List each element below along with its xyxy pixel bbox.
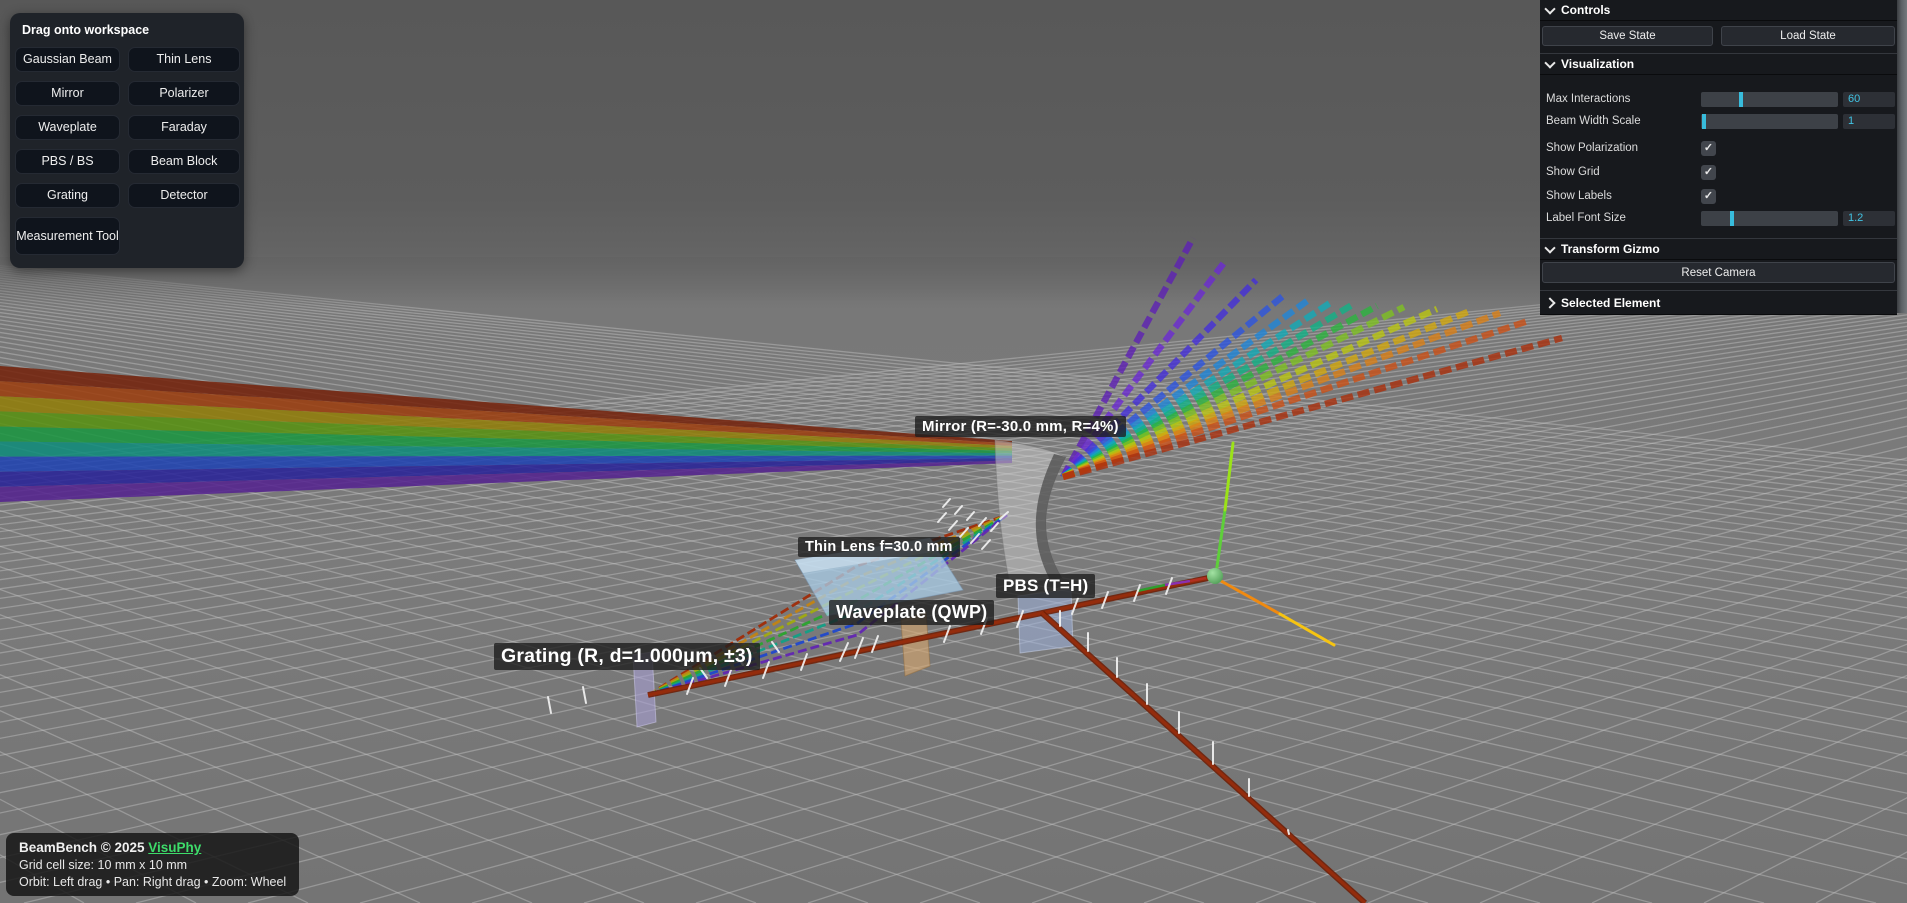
scene-label-waveplate: Waveplate (QWP) bbox=[829, 600, 994, 625]
beam-source-sphere[interactable] bbox=[1207, 568, 1223, 584]
palette-button-beam-block[interactable]: Beam Block bbox=[128, 149, 240, 174]
brand-text: BeamBench © 2025 bbox=[19, 840, 145, 855]
section-title: Transform Gizmo bbox=[1561, 242, 1660, 256]
section-title: Selected Element bbox=[1561, 296, 1660, 310]
checkmark-icon: ✓ bbox=[1704, 143, 1713, 154]
section-header-transform-gizmo[interactable]: Transform Gizmo bbox=[1540, 238, 1897, 260]
beam-source-gizmo bbox=[1207, 443, 1334, 645]
show-polarization-label: Show Polarization bbox=[1546, 141, 1638, 156]
checkmark-icon: ✓ bbox=[1704, 191, 1713, 202]
info-box: BeamBench © 2025 VisuPhy Grid cell size:… bbox=[6, 833, 299, 896]
save-state-button[interactable]: Save State bbox=[1542, 26, 1713, 46]
beam-width-scale-slider[interactable] bbox=[1701, 114, 1838, 129]
section-title: Controls bbox=[1561, 3, 1610, 17]
palette-button-measurement-tool[interactable]: Measurement Tool bbox=[15, 217, 120, 255]
chevron-down-icon bbox=[1544, 57, 1555, 68]
show-labels-checkbox[interactable]: ✓ bbox=[1701, 189, 1716, 204]
palette-button-grating[interactable]: Grating bbox=[15, 183, 120, 208]
show-grid-checkbox[interactable]: ✓ bbox=[1701, 165, 1716, 180]
reset-camera-button[interactable]: Reset Camera bbox=[1542, 262, 1895, 283]
palette-button-mirror[interactable]: Mirror bbox=[15, 81, 120, 106]
chevron-down-icon bbox=[1544, 242, 1555, 253]
chevron-right-icon bbox=[1544, 297, 1555, 308]
palette-button-thin-lens[interactable]: Thin Lens bbox=[128, 47, 240, 72]
max-interactions-label: Max Interactions bbox=[1546, 92, 1630, 107]
scene-label-mirror: Mirror (R=-30.0 mm, R=4%) bbox=[915, 416, 1126, 437]
slider-handle[interactable] bbox=[1702, 114, 1706, 129]
controls-panel: Controls Save State Load State Visualiza… bbox=[1540, 0, 1897, 313]
load-state-button[interactable]: Load State bbox=[1721, 26, 1895, 46]
palette-button-gaussian-beam[interactable]: Gaussian Beam bbox=[15, 47, 120, 72]
section-header-controls[interactable]: Controls bbox=[1540, 0, 1897, 21]
label-font-size-label: Label Font Size bbox=[1546, 211, 1626, 226]
visuphy-link[interactable]: VisuPhy bbox=[148, 840, 201, 855]
beambench-app: Mirror (R=-30.0 mm, R=4%) Thin Lens f=30… bbox=[0, 0, 1907, 903]
show-grid-label: Show Grid bbox=[1546, 165, 1600, 180]
brand-line: BeamBench © 2025 VisuPhy bbox=[19, 840, 286, 855]
section-header-visualization[interactable]: Visualization bbox=[1540, 53, 1897, 75]
palette-button-waveplate[interactable]: Waveplate bbox=[15, 115, 120, 140]
scene-label-grating: Grating (R, d=1.000μm, ±3) bbox=[494, 643, 760, 670]
component-palette-panel: Drag onto workspace Gaussian Beam Thin L… bbox=[10, 13, 244, 268]
show-labels-label: Show Labels bbox=[1546, 189, 1612, 204]
pbs-element[interactable] bbox=[1018, 589, 1073, 653]
checkmark-icon: ✓ bbox=[1704, 167, 1713, 178]
palette-button-pbs-bs[interactable]: PBS / BS bbox=[15, 149, 120, 174]
scene-label-pbs: PBS (T=H) bbox=[996, 574, 1095, 598]
label-font-size-slider[interactable] bbox=[1701, 211, 1838, 226]
beam-width-scale-label: Beam Width Scale bbox=[1546, 114, 1641, 129]
max-interactions-value[interactable]: 60 bbox=[1843, 92, 1895, 107]
beam-width-scale-value[interactable]: 1 bbox=[1843, 114, 1895, 129]
section-title: Visualization bbox=[1561, 57, 1634, 71]
grid-size-line: Grid cell size: 10 mm x 10 mm bbox=[19, 858, 286, 872]
panel-scrollbar[interactable] bbox=[1897, 0, 1907, 313]
slider-handle[interactable] bbox=[1730, 211, 1734, 226]
show-polarization-checkbox[interactable]: ✓ bbox=[1701, 141, 1716, 156]
palette-button-detector[interactable]: Detector bbox=[128, 183, 240, 208]
chevron-down-icon bbox=[1544, 3, 1555, 14]
label-font-size-value[interactable]: 1.2 bbox=[1843, 211, 1895, 226]
max-interactions-slider[interactable] bbox=[1701, 92, 1838, 107]
controls-hint-line: Orbit: Left drag • Pan: Right drag • Zoo… bbox=[19, 875, 286, 889]
section-header-selected-element[interactable]: Selected Element bbox=[1540, 290, 1897, 315]
palette-button-polarizer[interactable]: Polarizer bbox=[128, 81, 240, 106]
palette-button-faraday[interactable]: Faraday bbox=[128, 115, 240, 140]
palette-buttons: Gaussian Beam Thin Lens Mirror Polarizer… bbox=[10, 37, 244, 255]
slider-handle[interactable] bbox=[1739, 92, 1743, 107]
palette-title: Drag onto workspace bbox=[10, 13, 244, 37]
scene-label-thin-lens: Thin Lens f=30.0 mm bbox=[798, 537, 960, 557]
